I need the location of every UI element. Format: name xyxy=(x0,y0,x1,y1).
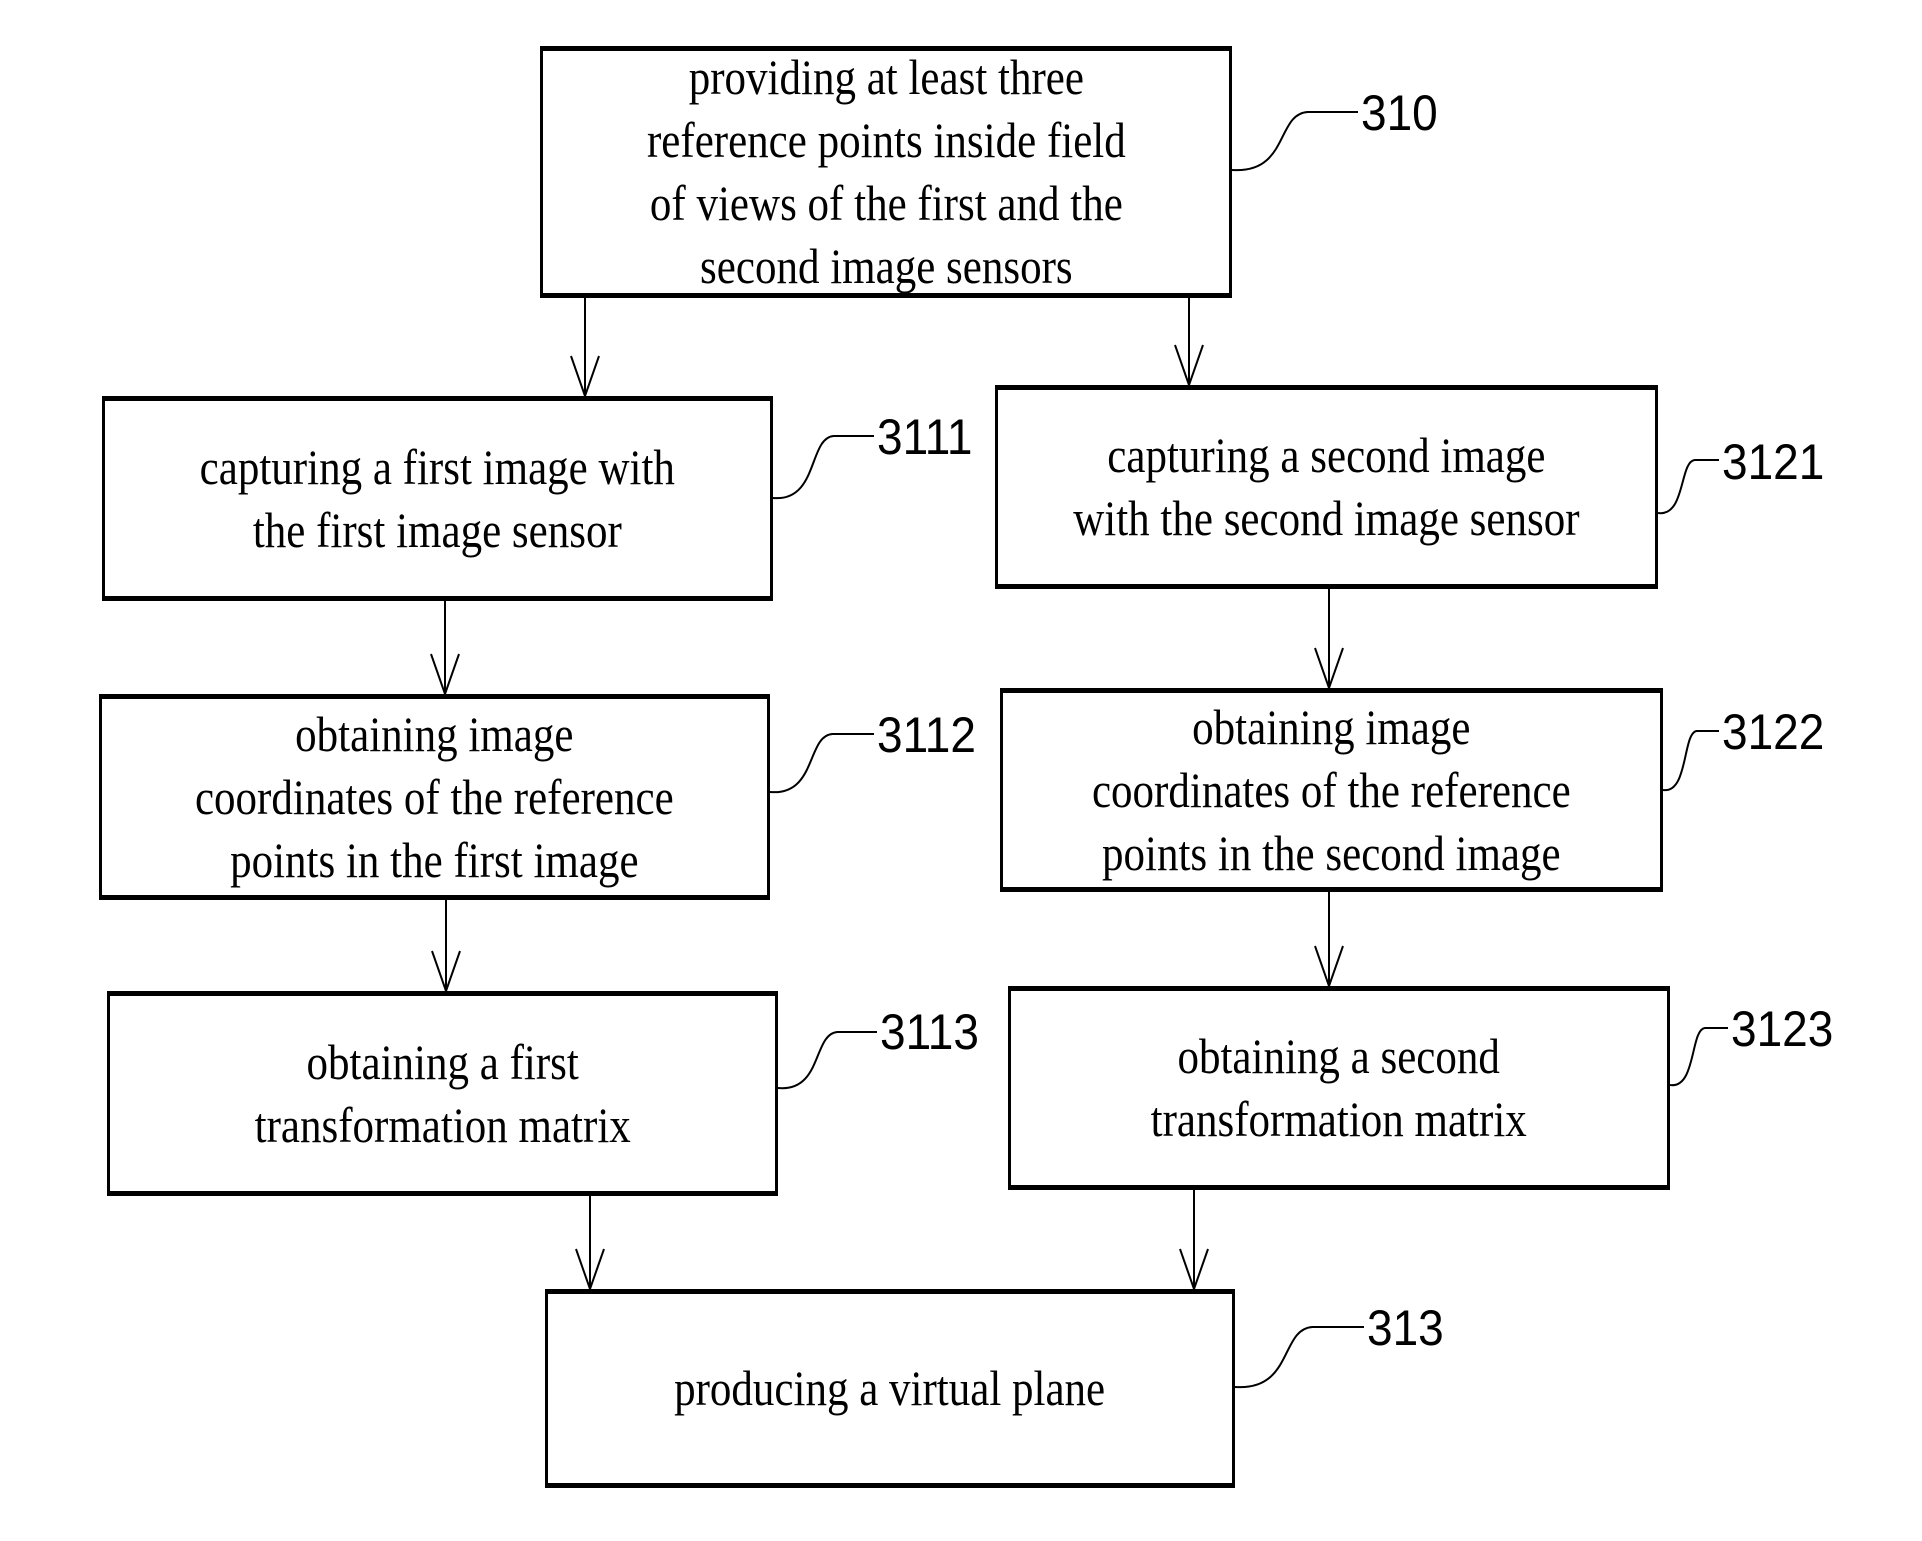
leader-3123 xyxy=(1669,1027,1728,1087)
step-box-310: providing at least three reference point… xyxy=(540,46,1232,298)
step-label-3111: capturing a first image with the first i… xyxy=(199,438,676,558)
leader-3122 xyxy=(1662,730,1719,792)
step-label-3112: obtaining image coordinates of the refer… xyxy=(195,705,674,888)
step-label-3122: obtaining image coordinates of the refer… xyxy=(1092,698,1571,881)
step-box-3123: obtaining a second transformation matrix xyxy=(1008,986,1670,1190)
step-label-310: providing at least three reference point… xyxy=(646,49,1126,294)
step-label-3123: obtaining a second transformation matrix xyxy=(1150,1028,1528,1147)
leader-3121 xyxy=(1657,459,1719,515)
leader-3112 xyxy=(769,733,874,794)
leader-310 xyxy=(1231,111,1358,172)
ref-number-3121: 3121 xyxy=(1722,434,1825,490)
step-label-313: producing a virtual plane xyxy=(674,1360,1106,1416)
step-box-313: producing a virtual plane xyxy=(545,1289,1235,1488)
step-label-3121: capturing a second image with the second… xyxy=(1073,427,1580,546)
ref-number-3113: 3113 xyxy=(880,1004,979,1060)
ref-number-3123: 3123 xyxy=(1731,1001,1834,1057)
step-box-3121: capturing a second image with the second… xyxy=(995,385,1658,589)
step-box-3113: obtaining a first transformation matrix xyxy=(107,991,778,1196)
leader-313 xyxy=(1234,1326,1364,1389)
step-label-3113: obtaining a first transformation matrix xyxy=(254,1033,631,1153)
step-box-3112: obtaining image coordinates of the refer… xyxy=(99,694,770,900)
step-box-3122: obtaining image coordinates of the refer… xyxy=(1000,688,1663,892)
ref-number-3112: 3112 xyxy=(877,707,976,763)
leader-3111 xyxy=(772,435,874,500)
leader-3113 xyxy=(777,1031,877,1090)
step-box-3111: capturing a first image with the first i… xyxy=(102,396,773,601)
ref-number-310: 310 xyxy=(1361,85,1438,141)
ref-number-3111: 3111 xyxy=(877,409,973,465)
flowchart-canvas: providing at least three reference point… xyxy=(0,0,1922,1541)
ref-number-313: 313 xyxy=(1367,1300,1444,1356)
ref-number-3122: 3122 xyxy=(1722,704,1825,760)
